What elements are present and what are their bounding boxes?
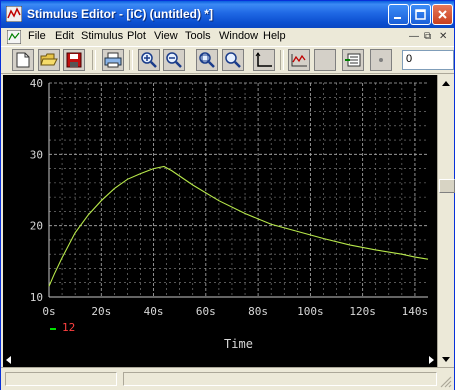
print-button[interactable]	[102, 49, 124, 71]
save-icon	[66, 52, 82, 68]
x-tick-label: 120s	[349, 305, 376, 318]
main-window: Stimulus Editor - [iC) (untitled) *] Fil…	[0, 0, 455, 390]
scroll-thumb[interactable]	[439, 179, 455, 193]
minimize-icon	[394, 17, 401, 19]
menu-tools[interactable]: Tools	[185, 30, 211, 42]
status-bar	[1, 367, 454, 390]
scroll-right-icon[interactable]	[429, 356, 434, 364]
minimize-button[interactable]	[388, 4, 409, 25]
open-icon	[40, 53, 58, 66]
x-tick-label: 20s	[91, 305, 111, 318]
add-trace-icon	[291, 54, 307, 67]
add-trace-button[interactable]	[288, 49, 310, 71]
y-tick-label: 40	[30, 77, 43, 90]
blank-icon	[317, 52, 333, 68]
mdi-close-icon[interactable]: ✕	[439, 31, 447, 42]
scroll-down-icon	[442, 356, 450, 362]
mdi-minimize-icon[interactable]: —	[409, 31, 419, 42]
menu-view[interactable]: View	[154, 30, 178, 42]
status-panel-2	[123, 372, 437, 386]
x-tick-label: 0s	[42, 305, 55, 318]
toolbar-separator	[92, 50, 96, 70]
close-button[interactable]	[432, 4, 453, 25]
x-tick-label: 80s	[248, 305, 268, 318]
app-icon	[6, 6, 22, 22]
x-tick-label: 60s	[196, 305, 216, 318]
zoom-area-icon	[225, 52, 241, 68]
dot-icon	[379, 58, 383, 62]
zoom-fit-icon	[199, 52, 215, 68]
zoom-out-button[interactable]	[163, 49, 185, 71]
scroll-up-button[interactable]	[438, 75, 454, 91]
menu-window[interactable]: Window	[219, 30, 258, 42]
resize-grip-icon[interactable]	[440, 376, 452, 388]
x-axis-label: Time	[224, 337, 253, 351]
legend-label[interactable]: 12	[62, 321, 75, 334]
status-panel-1	[5, 372, 117, 386]
window-title: Stimulus Editor - [iC) (untitled) *]	[27, 7, 213, 21]
x-tick-label: 40s	[144, 305, 164, 318]
vertical-scrollbar[interactable]	[437, 75, 455, 367]
y-tick-label: 10	[30, 291, 43, 304]
dot-button[interactable]	[370, 49, 392, 71]
mdi-restore-icon[interactable]: ⧉	[424, 31, 431, 42]
horizontal-scroll-track	[6, 356, 434, 364]
menu-plot[interactable]: Plot	[127, 30, 146, 42]
zoom-in-button[interactable]	[138, 49, 160, 71]
maximize-icon	[415, 9, 426, 20]
title-bar[interactable]: Stimulus Editor - [iC) (untitled) *]	[1, 1, 454, 28]
x-tick-label: 100s	[297, 305, 324, 318]
save-button[interactable]	[63, 49, 85, 71]
menu-help[interactable]: Help	[263, 30, 286, 42]
print-icon	[104, 52, 122, 68]
edit-stimulus-button[interactable]	[342, 49, 364, 71]
x-tick-label: 140s	[402, 305, 429, 318]
y-tick-label: 20	[30, 220, 43, 233]
scroll-down-button[interactable]	[438, 351, 454, 367]
new-button[interactable]	[12, 49, 34, 71]
blank-button[interactable]	[314, 49, 336, 71]
horizontal-scrollbar[interactable]	[3, 353, 437, 367]
zoom-area-button[interactable]	[222, 49, 244, 71]
new-icon	[16, 52, 30, 68]
maximize-button[interactable]	[410, 4, 431, 25]
axis-icon	[255, 52, 272, 67]
menu-bar: File Edit Stimulus Plot View Tools Windo…	[1, 28, 454, 46]
document-icon[interactable]	[7, 30, 21, 44]
plot-area[interactable]: 10 20 30 40 0s 20s 40s 60s 80s 100s 120s 140s Time 12	[3, 75, 437, 355]
toolbar-separator	[280, 50, 284, 70]
menu-stimulus[interactable]: Stimulus	[81, 30, 123, 42]
zoom-fit-button[interactable]	[196, 49, 218, 71]
menu-edit[interactable]: Edit	[55, 30, 74, 42]
close-icon	[438, 10, 447, 19]
menu-file[interactable]: File	[28, 30, 46, 42]
zoom-in-icon	[141, 52, 157, 68]
scroll-left-icon[interactable]	[6, 356, 11, 364]
toolbar: 0	[1, 46, 454, 74]
stimulus-chart[interactable]: 10 20 30 40 0s 20s 40s 60s 80s 100s 120s 140s Time 12	[3, 75, 437, 355]
axis-button[interactable]	[253, 49, 275, 71]
zoom-input[interactable]: 0	[402, 50, 454, 70]
edit-stimulus-icon	[345, 53, 361, 67]
zoom-out-icon	[166, 52, 182, 68]
y-tick-label: 30	[30, 148, 43, 161]
open-button[interactable]	[38, 49, 60, 71]
scroll-up-icon	[442, 80, 450, 86]
toolbar-separator	[129, 50, 133, 70]
